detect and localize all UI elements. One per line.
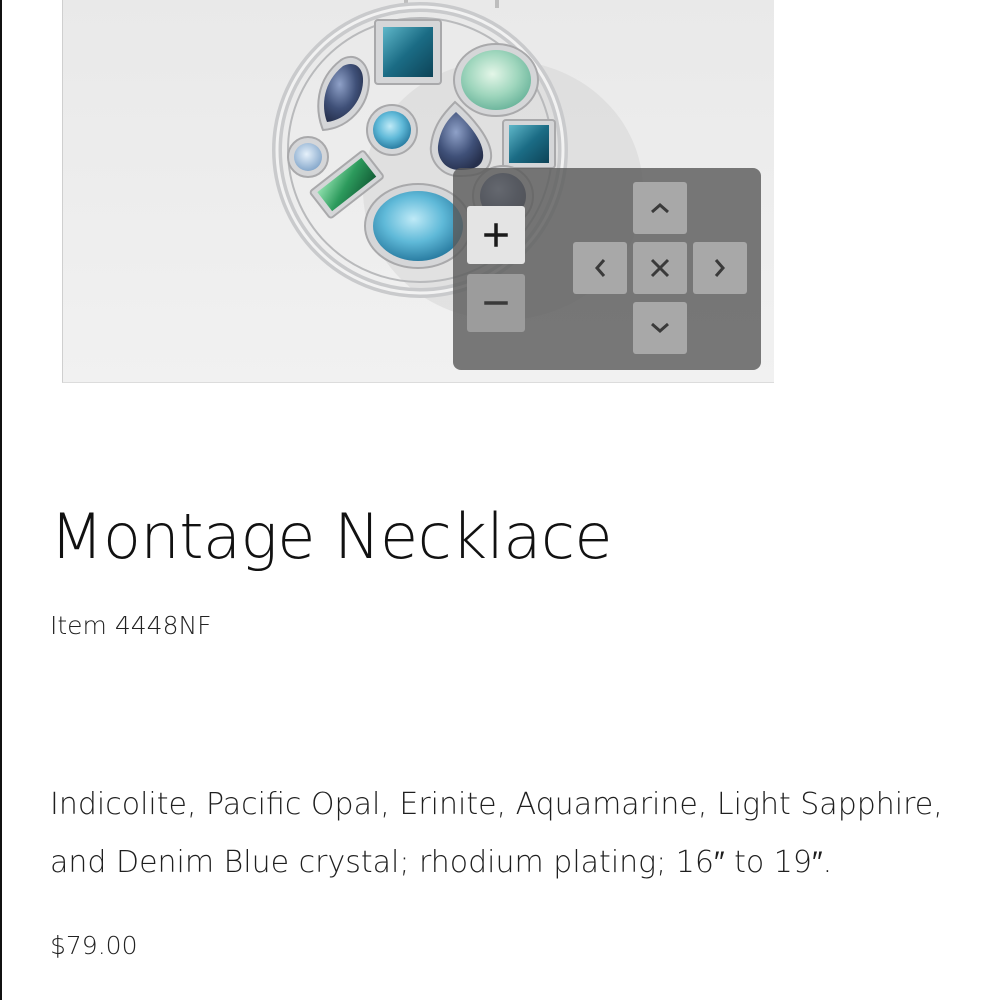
pan-right-button[interactable] (693, 242, 747, 294)
pan-up-button[interactable] (633, 182, 687, 234)
product-title: Montage Necklace (50, 500, 613, 573)
pan-left-button[interactable] (573, 242, 627, 294)
item-number: Item 4448NF (50, 611, 212, 640)
product-description: Indicolite, Pacific Opal, Erinite, Aquam… (50, 787, 943, 880)
reset-view-button[interactable] (633, 242, 687, 294)
close-icon (650, 258, 670, 278)
minus-icon (484, 301, 508, 305)
zoom-out-button[interactable] (467, 274, 525, 332)
product-price: $79.00 (50, 931, 138, 960)
left-border (0, 0, 2, 1000)
pan-down-button[interactable] (633, 302, 687, 354)
plus-icon (484, 223, 508, 247)
chevron-left-icon (595, 259, 606, 277)
zoom-in-button[interactable] (467, 206, 525, 264)
chevron-up-icon (651, 203, 669, 214)
chevron-down-icon (651, 322, 669, 333)
chevron-right-icon (714, 259, 725, 277)
zoom-pan-controls (453, 168, 761, 370)
